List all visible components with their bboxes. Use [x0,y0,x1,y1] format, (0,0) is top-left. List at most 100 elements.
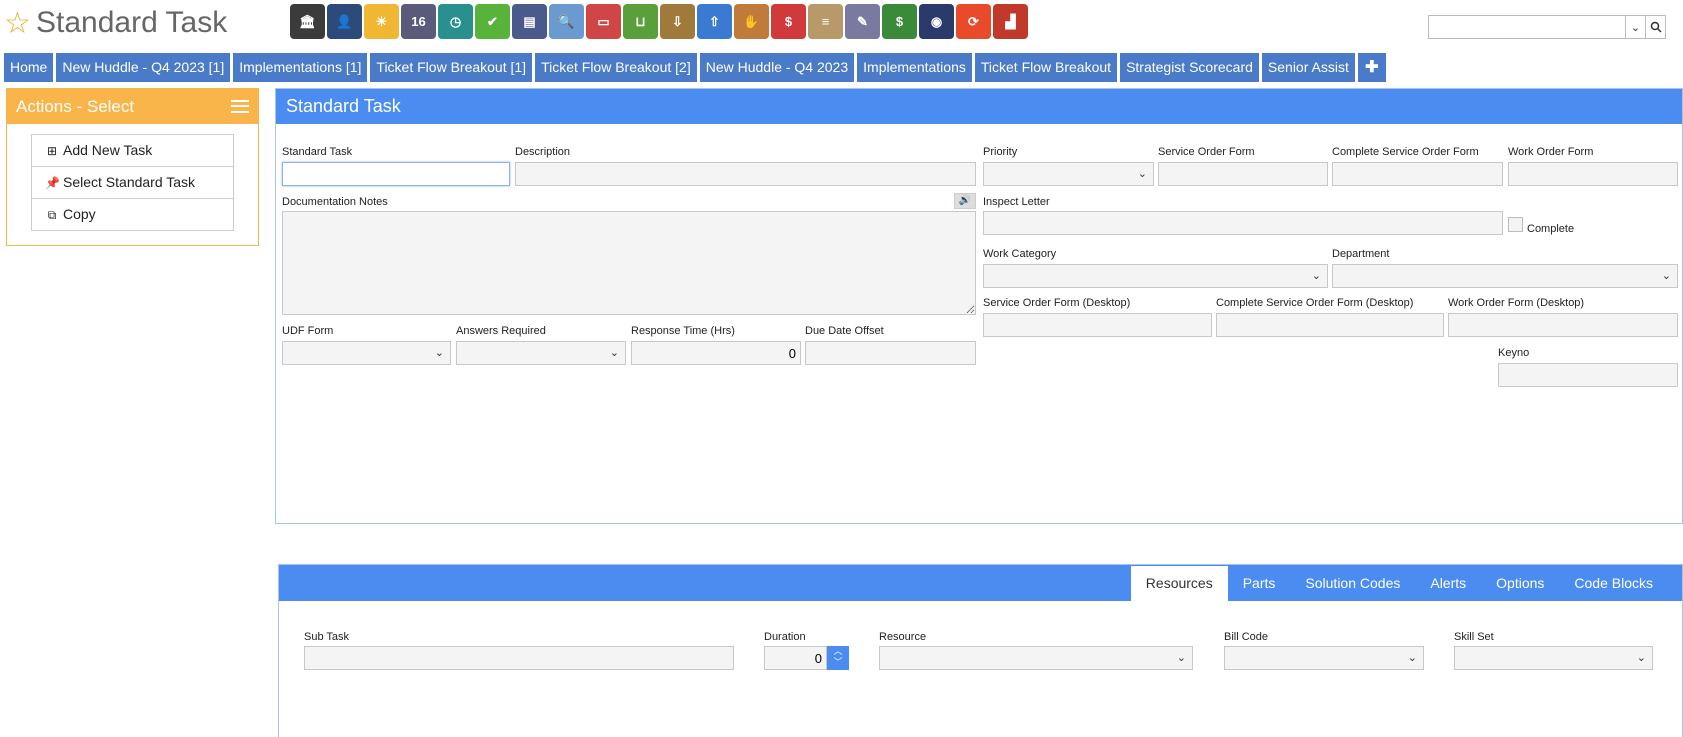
magnifier-icon[interactable]: 🔍 [549,4,584,39]
chevron-down-icon[interactable]: ⌄ [1625,16,1645,38]
user-icon[interactable]: 👤 [327,4,362,39]
work-order-form-desktop-field[interactable] [1448,313,1678,337]
inbox-download-icon[interactable]: ⇩ [660,4,695,39]
chevron-down-icon[interactable]: ﹀ [827,657,849,668]
chevron-down-icon: ⌄ [1176,652,1186,664]
refresh-arrows-icon[interactable]: ⟳ [956,4,991,39]
keyno-field[interactable] [1498,363,1678,387]
eraser-icon[interactable]: ✎ [845,4,880,39]
complete-checkbox[interactable] [1508,217,1523,232]
weather-icon[interactable]: ☀ [364,4,399,39]
favorite-star-icon[interactable]: ☆ [4,6,31,42]
standard-task-label: Standard Task [282,146,353,158]
dollar-bubble-icon[interactable]: $ [771,4,806,39]
top-bar: ☆ Standard Task 🏛 👤 ☀ 16 ◷ ✔ ▤ 🔍 ▭ ⊔ ⇩ ⇧ ✋ $ ≡ ✎ $ ◉ ⟳ ▟ ⌄ [0,0,1683,48]
tab-options[interactable]: Options [1481,566,1559,601]
tab-code-blocks[interactable]: Code Blocks [1559,566,1668,601]
duration-field[interactable] [764,646,827,670]
inspect-letter-label: Inspect Letter [983,196,1050,208]
response-time-field[interactable] [631,341,801,365]
nav-tab[interactable]: Strategist Scorecard [1120,53,1259,82]
copy-icon: ⧉ [47,208,57,222]
resource-select[interactable]: ⌄ [879,646,1193,670]
clipboard-icon[interactable]: ≡ [808,4,843,39]
description-label: Description [515,146,571,158]
hamburger-menu-icon[interactable] [231,100,249,113]
bank-icon[interactable]: 🏛 [290,4,325,39]
udf-form-select[interactable]: ⌄ [282,341,451,365]
phone-icon[interactable]: ◉ [919,4,954,39]
chevron-down-icon: ⌄ [609,347,619,359]
documentation-notes-textarea[interactable] [282,211,976,315]
resource-label: Resource [879,631,927,643]
tab-solution-codes[interactable]: Solution Codes [1290,566,1415,601]
service-order-form-label: Service Order Form [1158,146,1255,158]
bus-icon[interactable]: ▭ [586,4,621,39]
nav-tab[interactable]: Senior Assist [1261,53,1355,82]
priority-select[interactable]: ⌄ [983,162,1154,186]
actions-panel: Actions - Select ⊞ Add New Task 📌 Select St… [6,88,259,246]
chevron-down-icon: ⌄ [434,347,444,359]
checkmark-icon[interactable]: ✔ [475,4,510,39]
response-time-label: Response Time (Hrs) [631,325,735,337]
skill-set-label: Skill Set [1454,631,1494,643]
answers-required-select[interactable]: ⌄ [456,341,626,365]
nav-tab[interactable]: New Huddle - Q4 2023 [1] [56,53,231,82]
nav-tab[interactable]: Ticket Flow Breakout [2] [535,53,697,82]
sub-task-field[interactable] [304,646,734,670]
basket-icon[interactable]: ⊔ [623,4,658,39]
cash-icon[interactable]: $ [882,4,917,39]
chevron-up-icon[interactable]: ︿ [827,646,849,657]
work-order-form-field[interactable] [1508,162,1678,186]
top-search-box: ⌄ [1428,15,1666,39]
nav-tab[interactable]: Implementations [1] [233,53,368,82]
nav-tab[interactable]: Ticket Flow Breakout [1] [370,53,533,82]
complete-service-order-form-field[interactable] [1332,162,1503,186]
speaker-icon[interactable]: 🔊 [954,193,976,209]
service-order-form-field[interactable] [1158,162,1328,186]
plus-square-icon: ⊞ [46,144,58,158]
complete-service-order-form-label: Complete Service Order Form [1332,146,1479,158]
detail-panel-header: Resources Parts Solution Codes Alerts Option… [279,565,1682,601]
work-order-form-label: Work Order Form [1508,146,1594,158]
work-category-select[interactable]: ⌄ [983,264,1328,288]
search-icon[interactable] [1645,16,1665,38]
service-order-form-desktop-field[interactable] [983,313,1212,337]
description-field[interactable] [515,162,976,186]
detail-panel: Resources Parts Solution Codes Alerts Option… [278,564,1683,737]
tab-resources[interactable]: Resources [1130,566,1228,601]
skill-set-select[interactable]: ⌄ [1454,646,1653,670]
complete-service-order-form-desktop-label: Complete Service Order Form (Desktop) [1216,297,1414,309]
tab-alerts[interactable]: Alerts [1415,566,1481,601]
standard-task-field[interactable] [282,162,510,186]
bill-code-select[interactable]: ⌄ [1224,646,1424,670]
calendar-icon[interactable]: 16 [401,4,436,39]
nav-tab[interactable]: Implementations [857,53,972,82]
nav-tab[interactable]: Home [4,53,54,82]
keyboard-icon[interactable]: ▤ [512,4,547,39]
department-select[interactable]: ⌄ [1332,264,1678,288]
action-item-label: Select Standard Task [63,174,196,190]
tab-parts[interactable]: Parts [1228,566,1291,601]
work-category-label: Work Category [983,248,1057,260]
nav-tab[interactable]: Ticket Flow Breakout [974,53,1118,82]
inbox-upload-icon[interactable]: ⇧ [697,4,732,39]
action-item[interactable]: 📌 Select Standard Task [31,166,234,199]
top-search-input[interactable] [1429,16,1625,38]
pin-icon: 📌 [45,176,60,190]
action-item[interactable]: ⊞ Add New Task [31,134,234,167]
nav-tab[interactable]: New Huddle - Q4 2023 [699,53,855,82]
duration-label: Duration [764,631,806,643]
factory-icon[interactable]: ▟ [993,4,1028,39]
clock-icon[interactable]: ◷ [438,4,473,39]
complete-service-order-form-desktop-field[interactable] [1216,313,1444,337]
service-order-form-desktop-label: Service Order Form (Desktop) [983,297,1131,309]
hand-card-icon[interactable]: ✋ [734,4,769,39]
module-icon-tray: 🏛 👤 ☀ 16 ◷ ✔ ▤ 🔍 ▭ ⊔ ⇩ ⇧ ✋ $ ≡ ✎ $ ◉ ⟳ ▟ [290,4,1028,42]
duration-spinner[interactable]: ︿ ﹀ [827,646,849,670]
inspect-letter-field[interactable] [983,211,1503,235]
due-date-offset-field[interactable] [805,341,976,365]
complete-label: Complete [1527,223,1575,235]
add-tab-button[interactable]: ✚ [1357,53,1386,82]
action-item[interactable]: ⧉ Copy [31,198,234,231]
